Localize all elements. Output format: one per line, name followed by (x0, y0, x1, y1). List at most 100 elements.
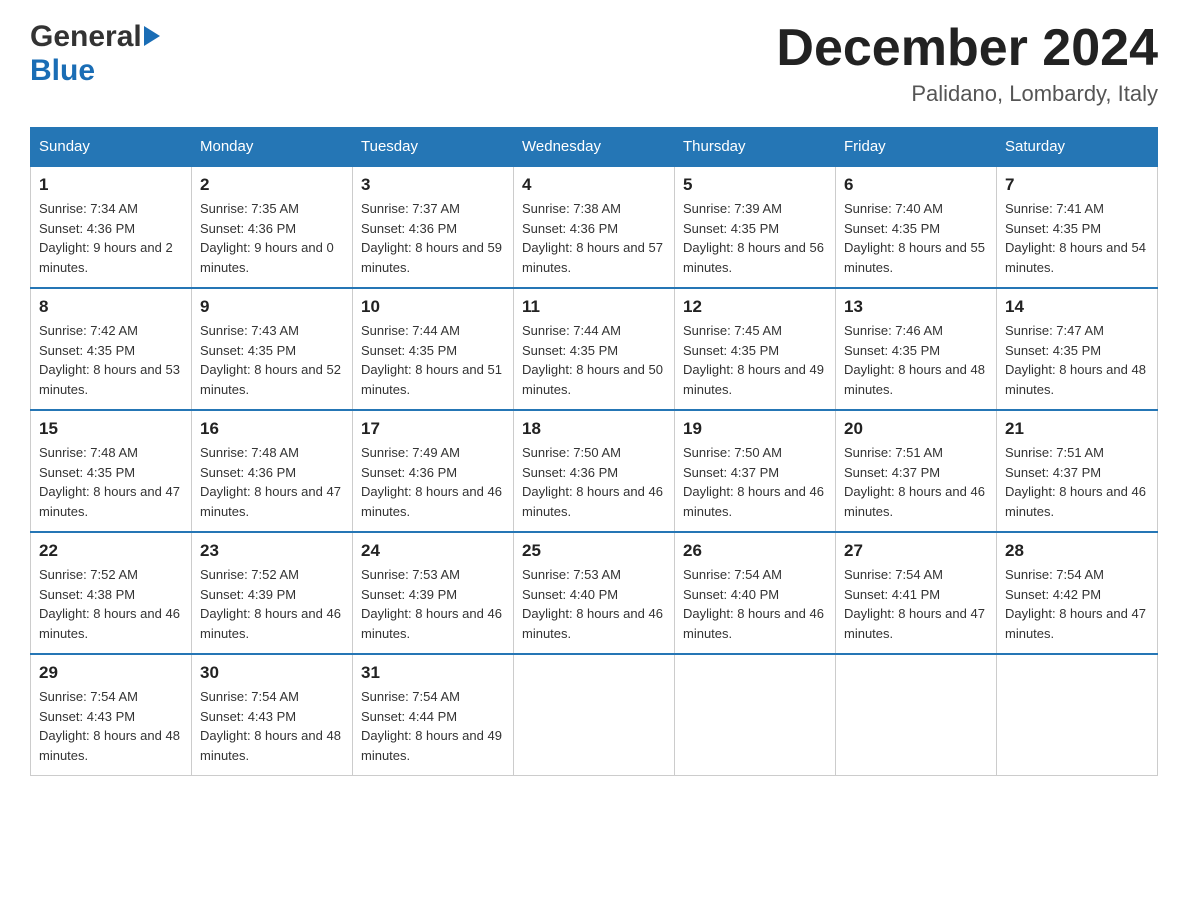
day-number: 20 (844, 419, 988, 439)
calendar-cell: 30 Sunrise: 7:54 AMSunset: 4:43 PMDaylig… (192, 654, 353, 776)
day-number: 29 (39, 663, 183, 683)
day-info: Sunrise: 7:48 AMSunset: 4:36 PMDaylight:… (200, 443, 344, 521)
day-info: Sunrise: 7:54 AMSunset: 4:42 PMDaylight:… (1005, 565, 1149, 643)
day-info: Sunrise: 7:53 AMSunset: 4:39 PMDaylight:… (361, 565, 505, 643)
calendar-cell: 12 Sunrise: 7:45 AMSunset: 4:35 PMDaylig… (675, 288, 836, 410)
day-number: 28 (1005, 541, 1149, 561)
calendar-table: SundayMondayTuesdayWednesdayThursdayFrid… (30, 127, 1158, 776)
day-number: 15 (39, 419, 183, 439)
day-number: 10 (361, 297, 505, 317)
header-monday: Monday (192, 128, 353, 167)
calendar-cell: 31 Sunrise: 7:54 AMSunset: 4:44 PMDaylig… (353, 654, 514, 776)
logo-blue-text: Blue (30, 54, 95, 88)
title-section: December 2024 Palidano, Lombardy, Italy (776, 20, 1158, 107)
calendar-cell: 21 Sunrise: 7:51 AMSunset: 4:37 PMDaylig… (997, 410, 1158, 532)
day-number: 18 (522, 419, 666, 439)
calendar-cell: 22 Sunrise: 7:52 AMSunset: 4:38 PMDaylig… (31, 532, 192, 654)
calendar-cell: 19 Sunrise: 7:50 AMSunset: 4:37 PMDaylig… (675, 410, 836, 532)
header-tuesday: Tuesday (353, 128, 514, 167)
day-info: Sunrise: 7:50 AMSunset: 4:37 PMDaylight:… (683, 443, 827, 521)
day-number: 12 (683, 297, 827, 317)
day-info: Sunrise: 7:47 AMSunset: 4:35 PMDaylight:… (1005, 321, 1149, 399)
day-info: Sunrise: 7:38 AMSunset: 4:36 PMDaylight:… (522, 199, 666, 277)
calendar-cell: 28 Sunrise: 7:54 AMSunset: 4:42 PMDaylig… (997, 532, 1158, 654)
calendar-cell (836, 654, 997, 776)
day-info: Sunrise: 7:43 AMSunset: 4:35 PMDaylight:… (200, 321, 344, 399)
day-info: Sunrise: 7:37 AMSunset: 4:36 PMDaylight:… (361, 199, 505, 277)
day-info: Sunrise: 7:48 AMSunset: 4:35 PMDaylight:… (39, 443, 183, 521)
day-info: Sunrise: 7:51 AMSunset: 4:37 PMDaylight:… (1005, 443, 1149, 521)
day-number: 26 (683, 541, 827, 561)
calendar-cell: 11 Sunrise: 7:44 AMSunset: 4:35 PMDaylig… (514, 288, 675, 410)
calendar-cell: 17 Sunrise: 7:49 AMSunset: 4:36 PMDaylig… (353, 410, 514, 532)
calendar-cell (997, 654, 1158, 776)
logo: General Blue (30, 20, 160, 88)
day-number: 21 (1005, 419, 1149, 439)
calendar-cell: 10 Sunrise: 7:44 AMSunset: 4:35 PMDaylig… (353, 288, 514, 410)
calendar-cell: 1 Sunrise: 7:34 AMSunset: 4:36 PMDayligh… (31, 166, 192, 288)
day-number: 5 (683, 175, 827, 195)
day-info: Sunrise: 7:46 AMSunset: 4:35 PMDaylight:… (844, 321, 988, 399)
day-number: 25 (522, 541, 666, 561)
day-number: 22 (39, 541, 183, 561)
calendar-cell (675, 654, 836, 776)
header-thursday: Thursday (675, 128, 836, 167)
day-number: 13 (844, 297, 988, 317)
day-number: 14 (1005, 297, 1149, 317)
calendar-week-row: 22 Sunrise: 7:52 AMSunset: 4:38 PMDaylig… (31, 532, 1158, 654)
calendar-cell: 25 Sunrise: 7:53 AMSunset: 4:40 PMDaylig… (514, 532, 675, 654)
day-number: 3 (361, 175, 505, 195)
day-info: Sunrise: 7:51 AMSunset: 4:37 PMDaylight:… (844, 443, 988, 521)
day-info: Sunrise: 7:35 AMSunset: 4:36 PMDaylight:… (200, 199, 344, 277)
calendar-cell: 14 Sunrise: 7:47 AMSunset: 4:35 PMDaylig… (997, 288, 1158, 410)
day-number: 1 (39, 175, 183, 195)
location-subtitle: Palidano, Lombardy, Italy (776, 81, 1158, 107)
calendar-cell: 8 Sunrise: 7:42 AMSunset: 4:35 PMDayligh… (31, 288, 192, 410)
calendar-cell: 2 Sunrise: 7:35 AMSunset: 4:36 PMDayligh… (192, 166, 353, 288)
day-info: Sunrise: 7:45 AMSunset: 4:35 PMDaylight:… (683, 321, 827, 399)
day-info: Sunrise: 7:53 AMSunset: 4:40 PMDaylight:… (522, 565, 666, 643)
day-info: Sunrise: 7:54 AMSunset: 4:43 PMDaylight:… (39, 687, 183, 765)
day-number: 19 (683, 419, 827, 439)
day-number: 6 (844, 175, 988, 195)
day-info: Sunrise: 7:52 AMSunset: 4:39 PMDaylight:… (200, 565, 344, 643)
calendar-header-row: SundayMondayTuesdayWednesdayThursdayFrid… (31, 128, 1158, 167)
calendar-cell: 9 Sunrise: 7:43 AMSunset: 4:35 PMDayligh… (192, 288, 353, 410)
day-number: 11 (522, 297, 666, 317)
day-number: 30 (200, 663, 344, 683)
day-number: 27 (844, 541, 988, 561)
day-number: 17 (361, 419, 505, 439)
calendar-week-row: 8 Sunrise: 7:42 AMSunset: 4:35 PMDayligh… (31, 288, 1158, 410)
day-info: Sunrise: 7:54 AMSunset: 4:44 PMDaylight:… (361, 687, 505, 765)
logo-general-text: General (30, 20, 160, 54)
day-info: Sunrise: 7:44 AMSunset: 4:35 PMDaylight:… (522, 321, 666, 399)
day-number: 23 (200, 541, 344, 561)
day-info: Sunrise: 7:54 AMSunset: 4:43 PMDaylight:… (200, 687, 344, 765)
header-saturday: Saturday (997, 128, 1158, 167)
day-info: Sunrise: 7:39 AMSunset: 4:35 PMDaylight:… (683, 199, 827, 277)
day-info: Sunrise: 7:50 AMSunset: 4:36 PMDaylight:… (522, 443, 666, 521)
calendar-cell: 23 Sunrise: 7:52 AMSunset: 4:39 PMDaylig… (192, 532, 353, 654)
month-title: December 2024 (776, 20, 1158, 77)
day-number: 9 (200, 297, 344, 317)
calendar-cell: 13 Sunrise: 7:46 AMSunset: 4:35 PMDaylig… (836, 288, 997, 410)
calendar-cell: 3 Sunrise: 7:37 AMSunset: 4:36 PMDayligh… (353, 166, 514, 288)
day-info: Sunrise: 7:34 AMSunset: 4:36 PMDaylight:… (39, 199, 183, 277)
header-friday: Friday (836, 128, 997, 167)
day-info: Sunrise: 7:54 AMSunset: 4:40 PMDaylight:… (683, 565, 827, 643)
calendar-cell: 15 Sunrise: 7:48 AMSunset: 4:35 PMDaylig… (31, 410, 192, 532)
day-info: Sunrise: 7:54 AMSunset: 4:41 PMDaylight:… (844, 565, 988, 643)
calendar-cell: 16 Sunrise: 7:48 AMSunset: 4:36 PMDaylig… (192, 410, 353, 532)
day-info: Sunrise: 7:49 AMSunset: 4:36 PMDaylight:… (361, 443, 505, 521)
day-info: Sunrise: 7:44 AMSunset: 4:35 PMDaylight:… (361, 321, 505, 399)
header-sunday: Sunday (31, 128, 192, 167)
calendar-cell: 20 Sunrise: 7:51 AMSunset: 4:37 PMDaylig… (836, 410, 997, 532)
calendar-cell: 26 Sunrise: 7:54 AMSunset: 4:40 PMDaylig… (675, 532, 836, 654)
day-number: 4 (522, 175, 666, 195)
day-info: Sunrise: 7:40 AMSunset: 4:35 PMDaylight:… (844, 199, 988, 277)
day-info: Sunrise: 7:52 AMSunset: 4:38 PMDaylight:… (39, 565, 183, 643)
day-info: Sunrise: 7:41 AMSunset: 4:35 PMDaylight:… (1005, 199, 1149, 277)
page-header: General Blue December 2024 Palidano, Lom… (30, 20, 1158, 107)
calendar-week-row: 15 Sunrise: 7:48 AMSunset: 4:35 PMDaylig… (31, 410, 1158, 532)
header-wednesday: Wednesday (514, 128, 675, 167)
